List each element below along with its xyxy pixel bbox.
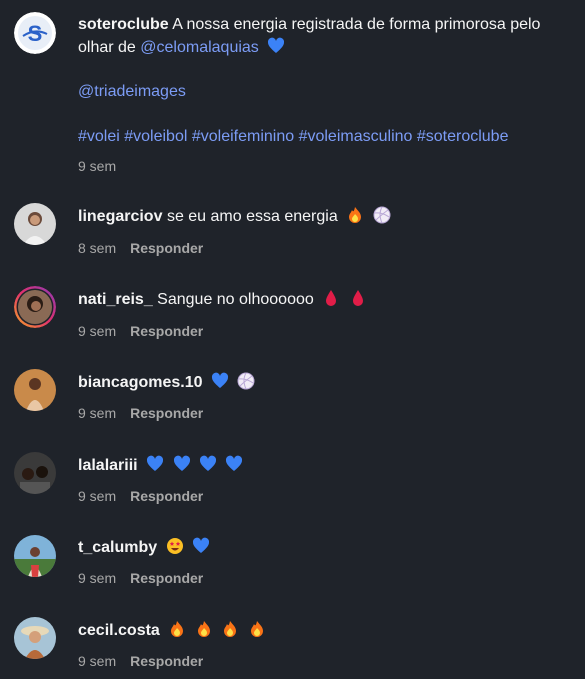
comment-username[interactable]: linegarciov (78, 208, 162, 225)
reply-button[interactable]: Responder (130, 488, 203, 504)
reply-button[interactable]: Responder (130, 570, 203, 586)
comment-time[interactable]: 9 sem (78, 488, 116, 504)
caption-username[interactable]: soteroclube (78, 16, 169, 33)
comment-time[interactable]: 9 sem (78, 323, 116, 339)
blue-heart-icon (225, 455, 243, 473)
reply-button[interactable]: Responder (130, 653, 203, 669)
reply-button[interactable]: Responder (130, 240, 203, 256)
comment-username[interactable]: lalalariii (78, 457, 138, 474)
comment-time[interactable]: 8 sem (78, 240, 116, 256)
blue-heart-icon (211, 372, 229, 390)
avatar-biancagomes[interactable] (14, 369, 56, 411)
comment-username[interactable]: biancagomes.10 (78, 374, 203, 391)
fire-icon (221, 620, 239, 638)
fire-icon (248, 620, 266, 638)
comment-time[interactable]: 9 sem (78, 653, 116, 669)
blue-heart-icon (146, 455, 164, 473)
caption-time[interactable]: 9 sem (78, 158, 116, 174)
blue-heart-icon (173, 455, 191, 473)
avatar-linegarciov[interactable] (14, 203, 56, 245)
blue-heart-icon (267, 37, 285, 55)
drop-of-blood-icon (349, 289, 367, 307)
mention-triadeimages[interactable]: @triadeimages (78, 83, 186, 100)
comment-username[interactable]: t_calumby (78, 539, 157, 556)
volleyball-icon (237, 372, 255, 390)
avatar-soteroclube[interactable]: S (14, 12, 56, 54)
comment-username[interactable]: nati_reis_ (78, 291, 153, 308)
reply-button[interactable]: Responder (130, 323, 203, 339)
mention-celomalaquias[interactable]: @celomalaquias (140, 39, 259, 56)
volleyball-icon (373, 206, 391, 224)
drop-of-blood-icon (322, 289, 340, 307)
fire-icon (346, 206, 364, 224)
comment-text: se eu amo essa energia (166, 208, 338, 225)
avatar-t-calumby[interactable] (14, 535, 56, 577)
reply-button[interactable]: Responder (130, 405, 203, 421)
comment-time[interactable]: 9 sem (78, 405, 116, 421)
blue-heart-icon (192, 537, 210, 555)
fire-icon (168, 620, 186, 638)
avatar-lalalariii[interactable] (14, 452, 56, 494)
comment-text: Sangue no olhoooooo (157, 291, 314, 308)
blue-heart-icon (199, 455, 217, 473)
caption-hashtags[interactable]: #volei #voleibol #voleifeminino #voleima… (78, 128, 508, 145)
comment-time[interactable]: 9 sem (78, 570, 116, 586)
avatar-nati-reis[interactable] (14, 286, 56, 328)
fire-icon (195, 620, 213, 638)
avatar-cecil-costa[interactable] (14, 617, 56, 659)
star-struck-icon (166, 537, 184, 555)
comment-username[interactable]: cecil.costa (78, 622, 160, 639)
